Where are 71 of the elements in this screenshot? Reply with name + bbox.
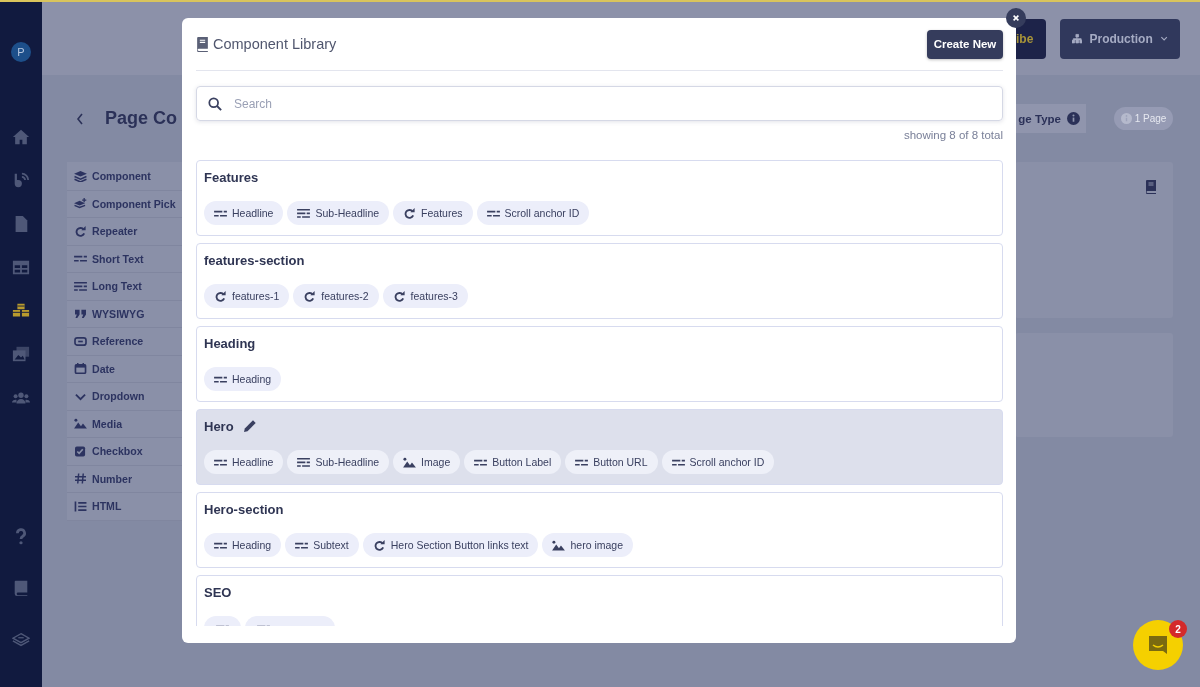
field-chip: Heading: [204, 533, 282, 557]
search-icon: [208, 96, 222, 111]
image-icon: [552, 539, 566, 551]
image-icon: [403, 456, 417, 468]
field-chip: Button Label: [464, 450, 562, 474]
field-chip: hero image: [542, 533, 633, 557]
refresh-icon: [74, 225, 87, 237]
dialog-title: Component Library: [213, 36, 337, 52]
image-icon: [74, 418, 87, 430]
page-count-text: 1 Page: [1134, 113, 1167, 124]
lines-icon: [297, 456, 311, 468]
field-chip: Features: [393, 201, 473, 225]
field-chip: Subtext: [285, 533, 359, 557]
environment-button[interactable]: Production: [1060, 18, 1180, 59]
field-chip: Scroll anchor ID: [476, 201, 590, 225]
refresh-icon: [372, 539, 386, 551]
refresh-icon: [392, 290, 406, 302]
field-chip: Button URL: [565, 450, 658, 474]
result-count: showing 8 of 8 total: [902, 129, 1003, 143]
calendar-icon: [74, 363, 87, 375]
refresh-icon: [403, 207, 417, 219]
component-name: SEO: [204, 584, 232, 600]
info-icon: [1066, 112, 1080, 125]
refresh-icon: [303, 290, 317, 302]
create-new-button[interactable]: Create New: [927, 29, 1003, 59]
hierarchy-icon: [1072, 32, 1083, 45]
field-chip: Headline: [204, 450, 284, 474]
component-name: Heading: [204, 335, 256, 351]
link-icon: [74, 335, 87, 347]
list-icon: [74, 500, 87, 512]
book-icon[interactable]: [1145, 180, 1157, 194]
hash-icon: [74, 473, 87, 485]
field-chip: Image: [393, 450, 461, 474]
checkbox-icon: [74, 445, 87, 457]
avatar[interactable]: P: [11, 42, 31, 62]
quote-icon: [74, 308, 87, 320]
field-chip: features-3: [382, 284, 468, 308]
component-card[interactable]: features-section features-1 features-2 features-3: [196, 243, 1003, 319]
component-card[interactable]: SEO: [196, 575, 1003, 626]
field-chip: Sub-Headline: [287, 450, 390, 474]
component-name: Hero-section: [204, 501, 284, 517]
field-chip: Scroll anchor ID: [661, 450, 775, 474]
component-card[interactable]: Heading Heading: [196, 326, 1003, 402]
component-name: Features: [204, 169, 259, 185]
back-icon[interactable]: [76, 112, 84, 125]
component-name: features-section: [204, 252, 305, 268]
lines-icon: [74, 253, 87, 265]
field-chip: features-2: [293, 284, 379, 308]
book-icon: [196, 36, 209, 52]
search-field[interactable]: Search: [196, 86, 1003, 121]
component-name: Hero: [204, 418, 234, 434]
close-icon: [1012, 14, 1020, 22]
field-chip: features-1: [204, 284, 290, 308]
field-chip: Sub-Headline: [287, 201, 390, 225]
field-chip: Headline: [204, 201, 284, 225]
notification-badge: 2: [1169, 620, 1187, 638]
layers-icon: [74, 170, 87, 182]
layers-plus-icon: [74, 198, 87, 210]
info-icon: [1120, 113, 1132, 124]
field-chip: Heading: [204, 367, 282, 391]
pencil-icon[interactable]: [242, 419, 257, 433]
field-chip: Hero Section Button links text: [362, 533, 539, 557]
page-title: Page Co: [105, 108, 178, 129]
refresh-icon: [214, 290, 227, 302]
lines-icon: [74, 280, 87, 292]
page-type-text: ge Type: [1018, 112, 1061, 125]
component-card[interactable]: Hero-section Heading Subtext Hero Section Button links text hero image: [196, 492, 1003, 568]
component-card[interactable]: Features Headline Sub-Headline Features Scroll anchor ID: [196, 160, 1003, 236]
chat-icon: [1146, 633, 1170, 657]
component-card[interactable]: Hero Headline Sub-Headline Image Button Label Button URL Scroll anchor ID: [196, 409, 1003, 485]
lines-icon: [297, 207, 311, 219]
